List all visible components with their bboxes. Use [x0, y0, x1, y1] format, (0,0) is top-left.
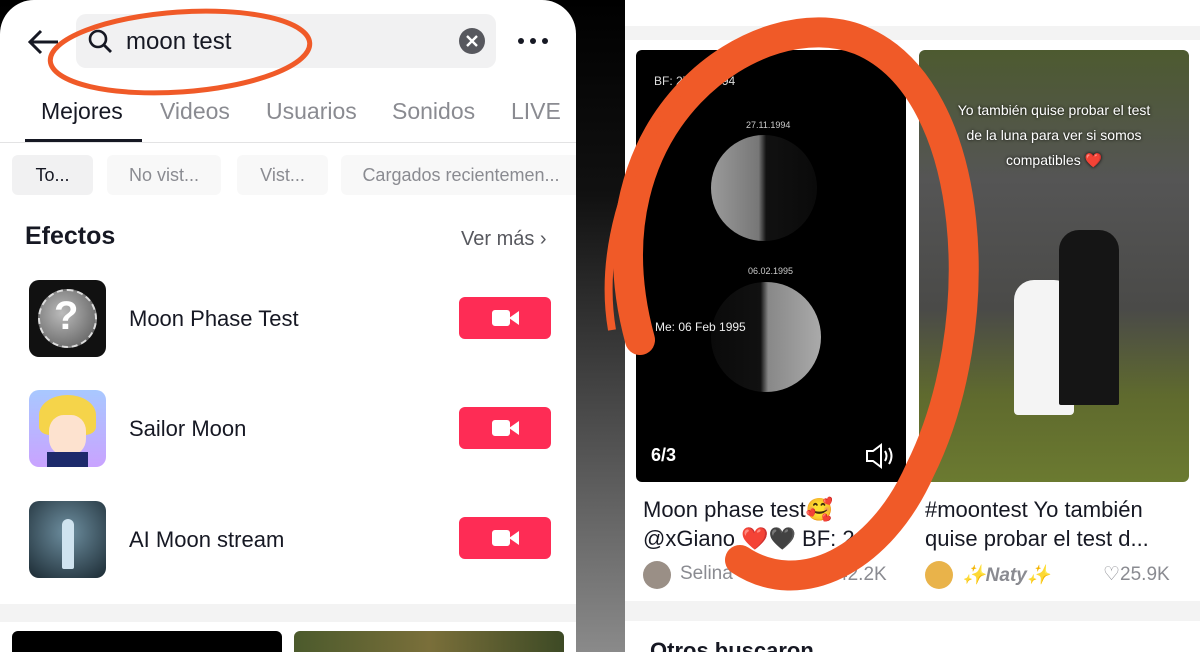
video-card-moontest[interactable]: Yo también quise probar el test de la lu… — [919, 50, 1189, 482]
effect-thumb-ai-moon-stream[interactable] — [29, 501, 106, 578]
photo-counter: 3 — [922, 445, 933, 465]
back-arrow-icon[interactable] — [26, 28, 60, 56]
avatar[interactable] — [925, 561, 953, 589]
like-count: ♡25.9K — [1103, 563, 1170, 586]
section-divider — [0, 604, 576, 622]
video-overlay-date: 27.11.1994 — [746, 120, 791, 130]
video-overlay-date: 06.02.1995 — [748, 266, 794, 276]
heart-icon: ♡ — [820, 564, 838, 585]
filter-chip-vistos[interactable]: Vist... — [237, 155, 328, 195]
search-icon — [88, 29, 112, 53]
tab-usuarios[interactable]: Usuarios — [266, 98, 357, 125]
section-title-efectos: Efectos — [25, 222, 116, 250]
section-divider — [625, 601, 1200, 621]
like-count: ♡42.2K — [820, 563, 887, 586]
see-more-label: Ver más — [461, 228, 535, 250]
effect-thumb-sailor-moon[interactable] — [29, 390, 106, 467]
filter-chip-no-vistos[interactable]: No vist... — [107, 155, 221, 195]
tabs-divider — [0, 142, 576, 143]
video-overlay-text: Yo también quise probar el test de la lu… — [957, 102, 1151, 168]
like-count-value: 42.2K — [837, 564, 887, 585]
record-effect-button[interactable] — [459, 297, 551, 339]
search-query: moon test — [126, 28, 232, 55]
heart-icon: ♡ — [1103, 564, 1121, 585]
tab-live[interactable]: LIVE — [511, 98, 561, 125]
tab-videos[interactable]: Videos — [160, 98, 230, 125]
effect-name[interactable]: Sailor Moon — [129, 416, 246, 442]
record-effect-button[interactable] — [459, 407, 551, 449]
section-divider — [625, 26, 1200, 40]
video-results-panel: BF: 27.11.1994 27.11.1994 06.02.1995 Me:… — [625, 0, 1200, 652]
photo-counter: 6/3 — [651, 445, 677, 465]
avatar[interactable] — [643, 561, 671, 589]
see-more-link[interactable]: Ver más › — [461, 228, 547, 251]
moon-image — [711, 135, 817, 241]
moon-image — [711, 282, 821, 392]
clear-search-icon[interactable] — [458, 27, 486, 55]
record-effect-button[interactable] — [459, 517, 551, 559]
photo-groom — [1059, 230, 1119, 405]
filter-chip-todo[interactable]: To... — [12, 155, 93, 195]
search-results-panel: moon test Mejores Videos Usuarios Sonido… — [0, 0, 576, 652]
search-input[interactable]: moon test — [76, 14, 496, 68]
video-overlay-text: Me: 06 Feb 1995 — [655, 320, 746, 334]
video-thumbnail[interactable] — [294, 631, 564, 652]
author-name[interactable]: ✨Naty✨ — [962, 563, 1051, 587]
video-card-moon-phase[interactable]: BF: 27.11.1994 27.11.1994 06.02.1995 Me:… — [636, 50, 906, 482]
like-count-value: 25.9K — [1120, 564, 1170, 585]
effect-name[interactable]: Moon Phase Test — [129, 306, 299, 332]
video-caption[interactable]: #moontest Yo también quise probar el tes… — [925, 495, 1187, 553]
tab-mejores[interactable]: Mejores — [41, 98, 123, 125]
chevron-right-icon: › — [539, 228, 547, 250]
question-mark-icon: ? — [54, 294, 79, 338]
others-searched-title: Otros buscaron — [650, 638, 814, 652]
more-options-icon[interactable] — [516, 36, 550, 46]
speaker-icon[interactable] — [864, 442, 894, 470]
author-name[interactable]: Selina — [680, 563, 733, 585]
video-overlay-text: BF: 27.11.1994 — [654, 74, 736, 88]
effect-name[interactable]: AI Moon stream — [129, 527, 284, 553]
effect-thumb-moon-phase[interactable]: ? — [29, 280, 106, 357]
video-caption[interactable]: Moon phase test🥰 @xGiano ❤️🖤 BF: 2... — [643, 495, 898, 553]
tab-sonidos[interactable]: Sonidos — [392, 98, 475, 125]
video-thumbnail[interactable] — [12, 631, 282, 652]
filter-chip-recientes[interactable]: Cargados recientemen... — [341, 155, 576, 195]
